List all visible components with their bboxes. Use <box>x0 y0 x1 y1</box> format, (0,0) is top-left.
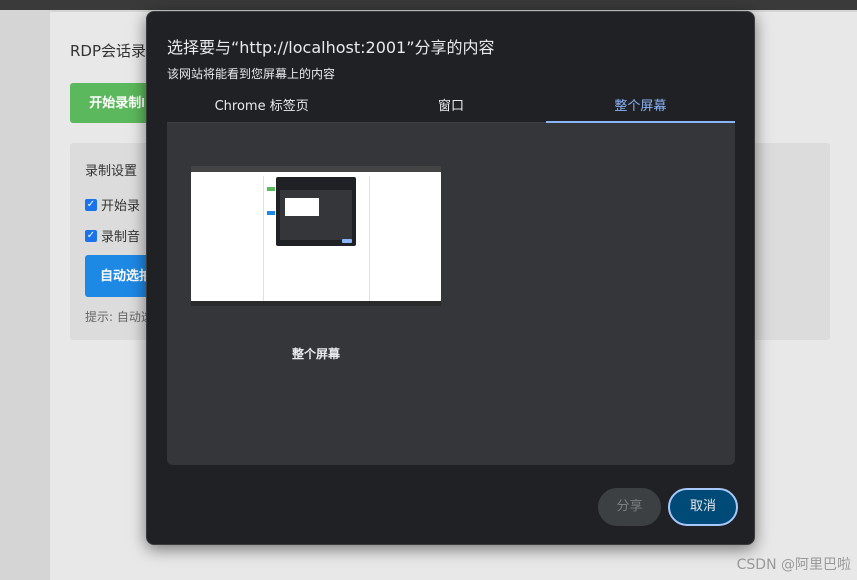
thumb-divider <box>369 176 370 301</box>
cancel-button[interactable]: 取消 <box>668 488 738 526</box>
dialog-title: 选择要与“http://localhost:2001”分享的内容 <box>167 38 495 57</box>
share-options-area: 整个屏幕 <box>167 123 735 465</box>
hint-text: 提示: 自动选 <box>85 310 153 324</box>
thumb-blue-button <box>267 211 275 215</box>
share-button[interactable]: 分享 <box>598 488 661 526</box>
checkbox-checked-icon: ✓ <box>85 198 97 211</box>
checkbox-label: 录制音 <box>101 230 141 245</box>
thumb-divider <box>263 176 264 301</box>
thumb-taskbar-bottom <box>191 301 441 306</box>
tab-entire-screen[interactable]: 整个屏幕 <box>545 95 736 123</box>
page-title: RDP会话录 <box>70 42 147 60</box>
browser-top-strip <box>0 0 857 10</box>
start-recording-button[interactable]: 开始录制I <box>70 83 150 123</box>
thumb-green-button <box>267 187 275 191</box>
entire-screen-label: 整个屏幕 <box>291 347 340 361</box>
checkbox-label: 开始录 <box>101 199 141 214</box>
tab-chrome-tabs[interactable]: Chrome 标签页 <box>167 95 356 122</box>
thumb-dialog-button <box>342 239 352 243</box>
share-source-tabs: Chrome 标签页 窗口 整个屏幕 <box>167 95 736 123</box>
dialog-subtitle: 该网站将能看到您屏幕上的内容 <box>167 67 336 81</box>
watermark: CSDN @阿里巴啦 <box>736 557 851 573</box>
thumb-dialog-preview <box>285 198 319 216</box>
screen-share-dialog: 选择要与“http://localhost:2001”分享的内容 该网站将能看到… <box>146 11 755 545</box>
auto-select-button[interactable]: 自动选拍 <box>85 255 150 297</box>
thumb-dialog <box>276 177 356 246</box>
record-audio-checkbox[interactable]: ✓ 录制音 <box>85 226 140 245</box>
checkbox-checked-icon: ✓ <box>85 229 97 242</box>
tab-window[interactable]: 窗口 <box>356 95 545 122</box>
start-recording-checkbox[interactable]: ✓ 开始录 <box>85 195 140 214</box>
thumb-taskbar-top <box>191 166 441 172</box>
entire-screen-thumbnail[interactable] <box>191 166 441 306</box>
settings-title: 录制设置 <box>85 164 138 179</box>
thumb-dialog-content <box>280 190 352 240</box>
